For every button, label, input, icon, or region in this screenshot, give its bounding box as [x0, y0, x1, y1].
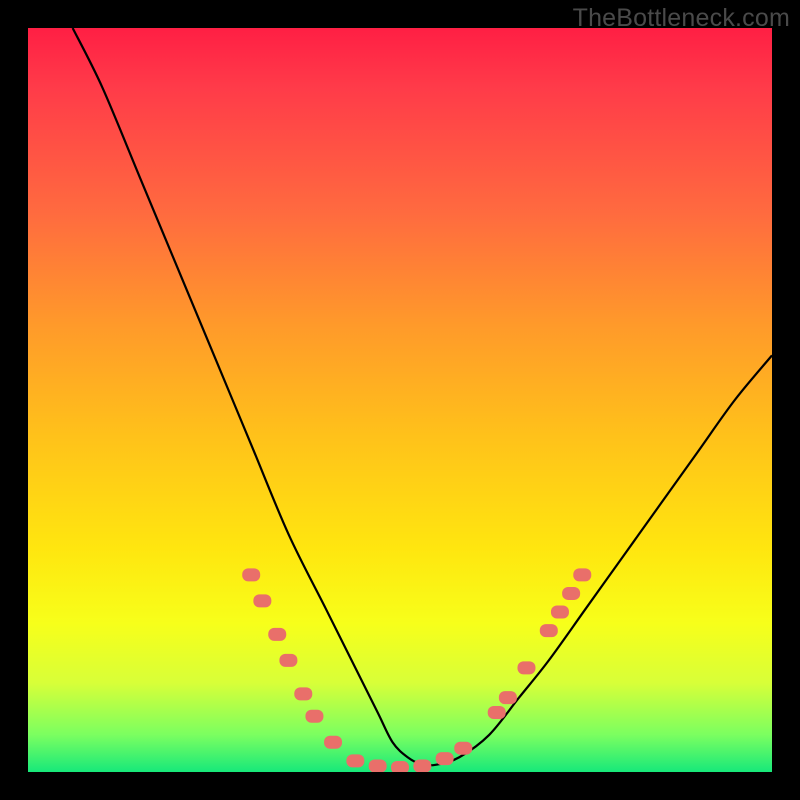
- curve-marker: [294, 687, 312, 700]
- marker-group: [242, 568, 591, 772]
- watermark-text: TheBottleneck.com: [573, 4, 790, 33]
- bottleneck-curve: [73, 28, 772, 765]
- curve-marker: [324, 736, 342, 749]
- chart-plot-area: [28, 28, 772, 772]
- curve-marker: [454, 742, 472, 755]
- curve-marker: [562, 587, 580, 600]
- curve-marker: [369, 760, 387, 772]
- curve-marker: [436, 752, 454, 765]
- curve-marker: [488, 706, 506, 719]
- curve-svg: [28, 28, 772, 772]
- curve-marker: [305, 710, 323, 723]
- curve-marker: [391, 761, 409, 772]
- curve-marker: [573, 568, 591, 581]
- curve-marker: [540, 624, 558, 637]
- curve-marker: [551, 606, 569, 619]
- curve-marker: [253, 594, 271, 607]
- curve-marker: [346, 754, 364, 767]
- curve-marker: [413, 760, 431, 772]
- curve-marker: [268, 628, 286, 641]
- curve-marker: [279, 654, 297, 667]
- curve-marker: [499, 691, 517, 704]
- curve-marker: [517, 661, 535, 674]
- curve-marker: [242, 568, 260, 581]
